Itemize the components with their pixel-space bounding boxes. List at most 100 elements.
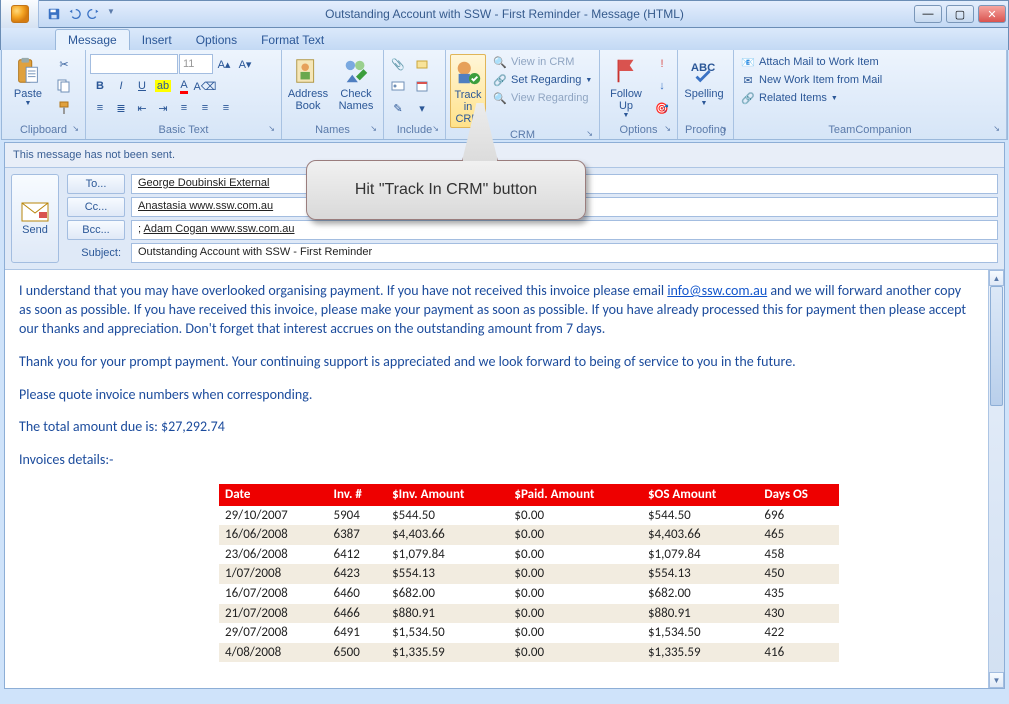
- check-names-label: Check Names: [336, 88, 376, 112]
- attach-mail-icon: 📧: [741, 55, 755, 69]
- scrollbar-vertical[interactable]: ▲ ▼: [988, 270, 1004, 688]
- copy-icon[interactable]: [54, 76, 74, 96]
- table-cell: $0.00: [508, 623, 642, 643]
- table-cell: 29/10/2007: [219, 506, 328, 526]
- table-cell: 6460: [328, 584, 387, 604]
- table-header: Days OS: [758, 484, 839, 506]
- table-header: $Inv. Amount: [386, 484, 508, 506]
- bold-button[interactable]: B: [90, 76, 110, 96]
- tab-options[interactable]: Options: [184, 30, 249, 50]
- shrink-font-icon[interactable]: A▾: [235, 54, 255, 74]
- align-left-icon[interactable]: ≡: [174, 98, 194, 118]
- importance-low-icon[interactable]: ↓: [652, 76, 672, 96]
- related-items-icon: 🔗: [741, 91, 755, 105]
- check-names-icon: [341, 56, 371, 86]
- send-label: Send: [22, 224, 48, 236]
- font-select[interactable]: [90, 54, 178, 74]
- related-items-button[interactable]: 🔗Related Items ▼: [738, 90, 885, 106]
- signature-dropdown-icon[interactable]: ▾: [412, 98, 432, 118]
- paste-icon: [13, 56, 43, 86]
- follow-up-button[interactable]: Follow Up ▼: [604, 54, 648, 122]
- table-cell: 696: [758, 506, 839, 526]
- email-link[interactable]: info@ssw.com.au: [667, 282, 767, 299]
- subject-field[interactable]: Outstanding Account with SSW - First Rem…: [131, 243, 998, 263]
- fontsize-select[interactable]: 11: [179, 54, 213, 74]
- business-card-icon[interactable]: [388, 76, 408, 96]
- table-cell: 435: [758, 584, 839, 604]
- tab-insert[interactable]: Insert: [130, 30, 184, 50]
- new-workitem-button[interactable]: ✉New Work Item from Mail: [738, 72, 885, 88]
- table-row: 16/06/20086387$4,403.66$0.00$4,403.66465: [219, 525, 839, 545]
- table-header: Date: [219, 484, 328, 506]
- align-right-icon[interactable]: ≡: [216, 98, 236, 118]
- check-names-button[interactable]: Check Names: [334, 54, 378, 114]
- subject-label: Subject:: [67, 247, 125, 259]
- send-button[interactable]: Send: [11, 174, 59, 263]
- table-cell: $1,335.59: [386, 643, 508, 663]
- table-cell: 16/07/2008: [219, 584, 328, 604]
- annotation-callout: Hit "Track In CRM" button: [306, 160, 586, 220]
- cc-button[interactable]: Cc...: [67, 197, 125, 217]
- scroll-track[interactable]: [989, 286, 1004, 672]
- attach-file-icon[interactable]: 📎: [388, 54, 408, 74]
- close-button[interactable]: ✕: [978, 5, 1006, 23]
- titlebar: ▼ Outstanding Account with SSW - First R…: [0, 0, 1009, 28]
- clear-formatting-icon[interactable]: A⌫: [195, 76, 215, 96]
- view-regarding-button[interactable]: 🔍View Regarding: [490, 90, 595, 106]
- tab-message[interactable]: Message: [55, 29, 130, 50]
- maximize-button[interactable]: ▢: [946, 5, 974, 23]
- spelling-button[interactable]: ABC Spelling ▼: [682, 54, 726, 110]
- undo-icon[interactable]: [67, 7, 81, 21]
- indent-icon[interactable]: ⇥: [153, 98, 173, 118]
- italic-button[interactable]: I: [111, 76, 131, 96]
- table-cell: 4/08/2008: [219, 643, 328, 663]
- address-book-button[interactable]: Address Book: [286, 54, 330, 114]
- table-cell: $1,534.50: [642, 623, 758, 643]
- attach-mail-workitem-button[interactable]: 📧Attach Mail to Work Item: [738, 54, 885, 70]
- importance-high-icon[interactable]: !: [652, 54, 672, 74]
- underline-button[interactable]: U: [132, 76, 152, 96]
- scroll-thumb[interactable]: [990, 286, 1003, 406]
- tab-formattext[interactable]: Format Text: [249, 30, 336, 50]
- save-icon[interactable]: [47, 7, 61, 21]
- table-cell: $544.50: [386, 506, 508, 526]
- bullets-icon[interactable]: ≡: [90, 98, 110, 118]
- bcc-button[interactable]: Bcc...: [67, 220, 125, 240]
- window-title: Outstanding Account with SSW - First Rem…: [325, 7, 684, 21]
- cut-icon[interactable]: ✂: [54, 54, 74, 74]
- ribbon-tabs: Message Insert Options Format Text: [0, 28, 1009, 50]
- office-button[interactable]: [1, 0, 39, 28]
- outdent-icon[interactable]: ⇤: [132, 98, 152, 118]
- proofing-label: Proofing: [682, 123, 729, 137]
- highlight-icon[interactable]: ab: [153, 76, 173, 96]
- font-color-icon[interactable]: A: [174, 76, 194, 96]
- scroll-down-button[interactable]: ▼: [989, 672, 1004, 688]
- grow-font-icon[interactable]: A▴: [214, 54, 234, 74]
- body-text: Please quote invoice numbers when corres…: [19, 386, 974, 405]
- attach-item-icon[interactable]: [412, 54, 432, 74]
- new-workitem-icon: ✉: [741, 73, 755, 87]
- scroll-up-button[interactable]: ▲: [989, 270, 1004, 286]
- table-row: 4/08/20086500$1,335.59$0.00$1,335.59416: [219, 643, 839, 663]
- calendar-attach-icon[interactable]: [412, 76, 432, 96]
- to-button[interactable]: To...: [67, 174, 125, 194]
- bcc-field[interactable]: ; Adam Cogan www.ssw.com.au: [131, 220, 998, 240]
- table-cell: $1,335.59: [642, 643, 758, 663]
- paste-button[interactable]: Paste ▼: [6, 54, 50, 110]
- format-painter-icon[interactable]: [54, 98, 74, 118]
- message-body[interactable]: I understand that you may have overlooke…: [5, 270, 988, 688]
- table-cell: 6500: [328, 643, 387, 663]
- redo-icon[interactable]: [87, 7, 101, 21]
- table-cell: 23/06/2008: [219, 545, 328, 565]
- align-center-icon[interactable]: ≡: [195, 98, 215, 118]
- table-cell: $1,079.84: [642, 545, 758, 565]
- send-icon: [21, 202, 49, 222]
- set-regarding-button[interactable]: 🔗Set Regarding ▼: [490, 72, 595, 88]
- qat-dropdown-icon[interactable]: ▼: [107, 7, 121, 21]
- numbering-icon[interactable]: ≣: [111, 98, 131, 118]
- total-due: The total amount due is: $27,292.74: [19, 418, 974, 437]
- minimize-button[interactable]: —: [914, 5, 942, 23]
- view-in-crm-button[interactable]: 🔍View in CRM: [490, 54, 595, 70]
- signature-icon[interactable]: ✎: [388, 98, 408, 118]
- permission-icon[interactable]: 🎯: [652, 98, 672, 118]
